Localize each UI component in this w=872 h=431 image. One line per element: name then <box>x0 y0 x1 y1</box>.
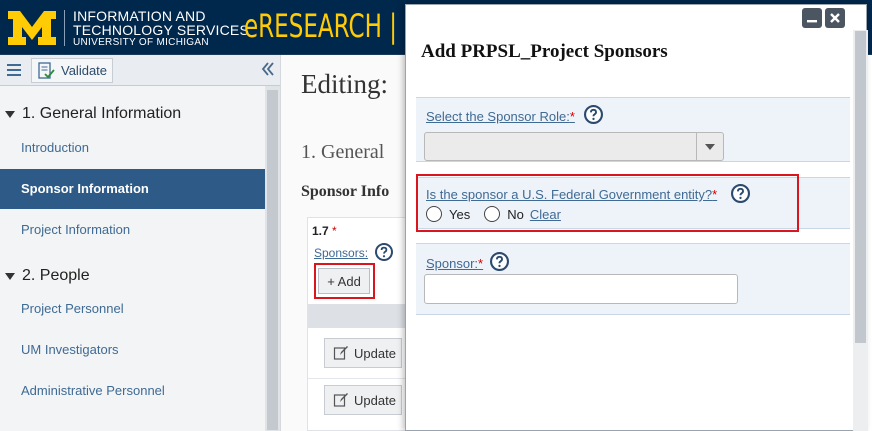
expand-triangle-icon <box>5 272 15 280</box>
org-name: INFORMATION AND TECHNOLOGY SERVICES UNIV… <box>73 9 249 48</box>
sidebar-item-project-personnel[interactable]: Project Personnel <box>0 289 265 329</box>
row-divider <box>308 378 408 379</box>
required-mark: * <box>569 109 575 124</box>
table-header <box>308 304 408 328</box>
page-title: Editing: <box>301 69 388 99</box>
validate-button[interactable]: Validate <box>31 58 113 83</box>
subsection-heading: Sponsor Info <box>301 183 390 200</box>
collapse-sidebar-icon[interactable] <box>258 59 278 79</box>
sponsor-label-text: Sponsor: <box>426 256 479 271</box>
required-mark: * <box>478 256 484 271</box>
sponsor-input[interactable] <box>424 274 738 304</box>
sponsors-label[interactable]: Sponsors: <box>314 246 368 260</box>
required-mark: * <box>332 224 337 238</box>
org-line-1: INFORMATION AND <box>73 8 206 24</box>
sidebar-item-um-investigators[interactable]: UM Investigators <box>0 330 265 370</box>
help-icon[interactable] <box>490 252 509 271</box>
minimize-button[interactable] <box>802 8 822 28</box>
sidebar-item-administrative-personnel[interactable]: Administrative Personnel <box>0 371 265 411</box>
sidebar-section-people[interactable]: 2. People <box>5 267 90 285</box>
hamburger-menu-icon[interactable] <box>5 61 23 79</box>
validate-label: Validate <box>61 63 108 78</box>
sidebar-item-sponsor-information[interactable]: Sponsor Information <box>0 169 265 209</box>
sidebar-item-introduction[interactable]: Introduction <box>0 128 265 168</box>
close-button[interactable] <box>825 8 845 28</box>
help-icon[interactable] <box>584 105 603 124</box>
update-label: Update <box>354 345 396 361</box>
federal-entity-highlight <box>416 174 799 232</box>
expand-triangle-icon <box>5 110 15 118</box>
question-number-text: 1.7 <box>312 224 329 238</box>
header-divider <box>64 10 65 46</box>
scrollbar-thumb[interactable] <box>267 90 278 430</box>
dropdown-arrow[interactable] <box>696 133 723 160</box>
section-label: 1. General Information <box>22 105 182 122</box>
sidebar-scrollbar[interactable] <box>265 86 280 431</box>
org-line-2: TECHNOLOGY SERVICES <box>73 22 249 38</box>
sponsor-field: Sponsor:* <box>416 243 850 315</box>
update-label: Update <box>354 392 396 408</box>
edit-icon <box>333 346 348 360</box>
minimize-icon <box>807 20 817 23</box>
dialog-scrollbar[interactable] <box>853 30 868 431</box>
help-icon[interactable] <box>375 243 393 261</box>
section-label: 2. People <box>22 267 90 284</box>
university-m-logo <box>8 11 56 45</box>
update-button[interactable]: Update <box>324 338 402 368</box>
sponsor-role-label[interactable]: Select the Sponsor Role:* <box>426 109 575 124</box>
app-brand: eRESEARCH | P <box>244 7 419 45</box>
sponsor-role-label-text: Select the Sponsor Role: <box>426 109 570 124</box>
sidebar-section-general[interactable]: 1. General Information <box>5 105 181 123</box>
toolbar: Validate <box>0 55 280 86</box>
question-sponsors: 1.7 * Sponsors: + Add Update Update <box>307 217 408 431</box>
sponsor-role-field: Select the Sponsor Role:* <box>416 97 850 162</box>
update-button[interactable]: Update <box>324 385 402 415</box>
sponsor-role-select[interactable] <box>424 132 724 161</box>
org-line-3: UNIVERSITY OF MICHIGAN <box>73 37 209 48</box>
dialog-title: Add PRPSL_Project Sponsors <box>421 41 668 62</box>
sponsor-label[interactable]: Sponsor:* <box>426 256 483 271</box>
main-content: Editing: 1. General Sponsor Info 1.7 * S… <box>280 55 408 431</box>
edit-icon <box>333 393 348 407</box>
question-number: 1.7 * <box>312 224 337 238</box>
section-heading: 1. General <box>301 141 385 163</box>
chevron-down-icon <box>705 143 715 150</box>
sidebar: 1. General Information Introduction Spon… <box>0 86 265 431</box>
validate-icon <box>38 61 55 79</box>
dialog-titlebar[interactable] <box>406 5 868 30</box>
close-icon <box>830 13 840 23</box>
add-button-highlight <box>314 263 375 299</box>
scrollbar-thumb[interactable] <box>855 31 866 343</box>
sidebar-item-project-information[interactable]: Project Information <box>0 210 265 250</box>
